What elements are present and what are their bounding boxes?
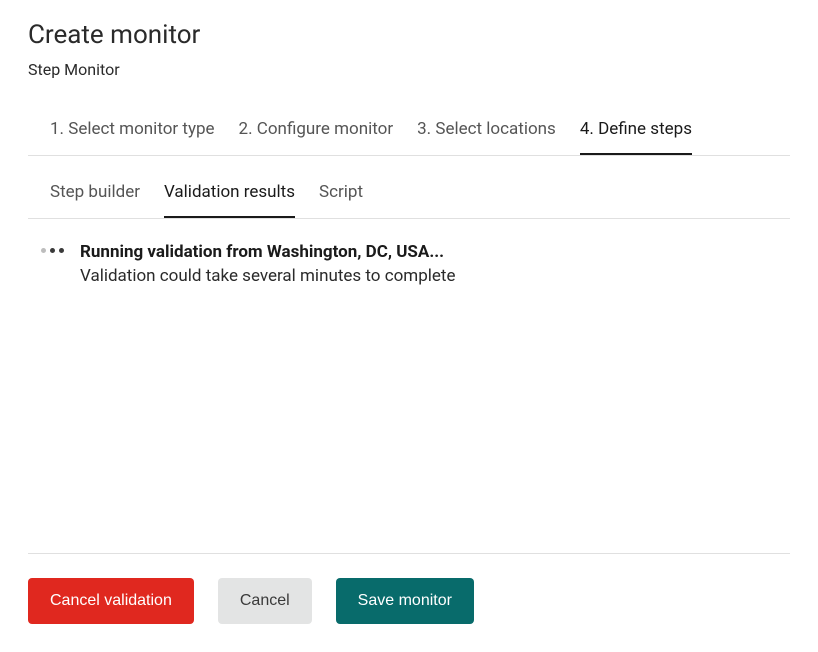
validation-secondary-text: Validation could take several minutes to…	[80, 265, 455, 289]
validation-body: Running validation from Washington, DC, …	[28, 241, 790, 553]
footer-divider	[28, 553, 790, 554]
cancel-validation-button[interactable]: Cancel validation	[28, 578, 194, 624]
tab-step-builder[interactable]: Step builder	[50, 182, 140, 218]
wizard-step-define-steps[interactable]: 4. Define steps	[580, 119, 692, 155]
validation-primary-text: Running validation from Washington, DC, …	[80, 241, 455, 265]
page-subtitle: Step Monitor	[28, 60, 790, 79]
tab-script[interactable]: Script	[319, 182, 363, 218]
wizard-steps: 1. Select monitor type 2. Configure moni…	[28, 119, 790, 156]
footer-buttons: Cancel validation Cancel Save monitor	[28, 578, 790, 624]
cancel-button[interactable]: Cancel	[218, 578, 312, 624]
wizard-step-select-locations[interactable]: 3. Select locations	[417, 119, 556, 155]
wizard-step-configure-monitor[interactable]: 2. Configure monitor	[239, 119, 394, 155]
tab-validation-results[interactable]: Validation results	[164, 182, 295, 218]
sub-tabs: Step builder Validation results Script	[28, 182, 790, 219]
save-monitor-button[interactable]: Save monitor	[336, 578, 474, 624]
page-title: Create monitor	[28, 20, 790, 50]
loading-dots-icon	[38, 248, 66, 253]
validation-text: Running validation from Washington, DC, …	[80, 241, 455, 289]
wizard-step-select-monitor-type[interactable]: 1. Select monitor type	[50, 119, 215, 155]
